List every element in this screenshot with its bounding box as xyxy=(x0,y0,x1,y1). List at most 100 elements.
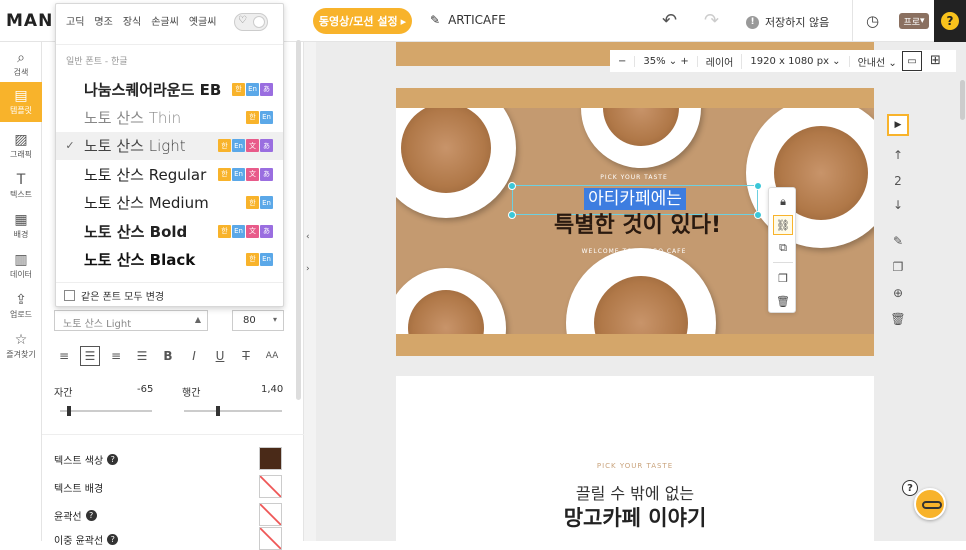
font-category-tab[interactable]: 장식 xyxy=(123,13,141,28)
rail-item[interactable]: ▦ 배경 xyxy=(0,206,42,246)
font-option[interactable]: 노토 산스 Bold 한 En 文あ xyxy=(56,217,283,245)
favorites-toggle[interactable]: ♡ xyxy=(234,13,268,31)
align-left-icon[interactable]: ≡ xyxy=(54,346,74,366)
color-swatch[interactable] xyxy=(259,503,282,526)
headline-text[interactable]: 특별한 것이 있다! xyxy=(550,212,725,240)
zoom-in-button[interactable]: + xyxy=(680,56,688,67)
letter-spacing-value[interactable]: -65 xyxy=(137,384,153,395)
color-picker-icon[interactable]: ✎ xyxy=(888,234,908,248)
font-category-tabs: 고딕 명조 장식 손글씨 옛글씨 xyxy=(66,13,216,28)
letter-spacing-slider[interactable] xyxy=(60,406,152,416)
redo-icon[interactable]: ↷ xyxy=(704,10,719,31)
app-logo[interactable]: MAN xyxy=(6,11,53,31)
font-option[interactable]: 노토 산스 Black 한 En xyxy=(56,245,283,273)
help-button[interactable]: ? xyxy=(934,0,966,42)
collapse-panel-handle[interactable]: ‹ › xyxy=(306,232,316,288)
page3-line2[interactable]: 망고카페 이야기 xyxy=(396,502,874,532)
page3-small-badge: PICK YOUR TASTE xyxy=(596,462,674,470)
document-title[interactable]: ✎ ARTICAFE xyxy=(430,13,506,27)
help-icon[interactable]: ? xyxy=(902,480,918,496)
lock-icon[interactable]: 🔒︎ xyxy=(773,192,793,212)
help-icon[interactable]: ? xyxy=(107,534,119,545)
canvas-scrollbar[interactable] xyxy=(960,80,965,120)
layer-order-icon[interactable]: ⧉ xyxy=(773,238,793,258)
link-icon[interactable]: ⛓︎ xyxy=(773,215,793,235)
pro-badge[interactable]: 프로 ▾ xyxy=(899,13,929,29)
panel-scrollbar[interactable] xyxy=(296,40,301,400)
language-badge: 한 xyxy=(218,139,231,153)
font-option[interactable]: 노토 산스 Thin 한 En xyxy=(56,103,283,131)
align-right-icon[interactable]: ≡ xyxy=(106,346,126,366)
duplicate-icon[interactable]: ❐ xyxy=(773,268,793,288)
video-motion-settings-button[interactable]: 동영상/모션 설정 ▸ xyxy=(313,8,412,34)
font-option[interactable]: 노토 산스 Regular 한 En 文あ xyxy=(56,160,283,188)
letter-spacing-slider-handle[interactable] xyxy=(67,406,72,416)
language-badges: 한 En xyxy=(246,196,273,210)
resize-handle[interactable] xyxy=(508,182,516,190)
letter-spacing-label: 자간 xyxy=(54,388,73,399)
line-height-slider[interactable] xyxy=(184,406,282,416)
font-category-tab[interactable]: 옛글씨 xyxy=(189,13,217,28)
font-category-tab[interactable]: 고딕 xyxy=(66,13,84,28)
selected-text[interactable]: 아티카페에는 xyxy=(584,188,686,210)
font-category-tab[interactable]: 손글씨 xyxy=(151,13,179,28)
font-option[interactable]: 노토 산스 Medium 한 En xyxy=(56,189,283,217)
grid-view-icon[interactable]: ⊞ xyxy=(930,53,941,68)
coffee-cup xyxy=(746,108,874,248)
help-icon[interactable]: ? xyxy=(107,454,119,465)
language-badge: あ xyxy=(260,139,273,153)
undo-icon[interactable]: ↶ xyxy=(662,10,677,31)
zoom-level[interactable]: 35% ⌄ + xyxy=(635,55,698,67)
color-swatch[interactable] xyxy=(259,447,282,470)
font-option[interactable]: ✓ 노토 산스 Light 한 En 文あ xyxy=(56,131,283,160)
rail-item[interactable]: ⇪ 업로드 xyxy=(0,286,42,326)
bold-icon[interactable]: B xyxy=(158,346,178,366)
color-swatch[interactable] xyxy=(259,475,282,498)
align-center-icon[interactable]: ☰ xyxy=(80,346,100,366)
rail-item[interactable]: ▤ 템플릿 xyxy=(0,82,42,122)
play-button[interactable]: ▶ xyxy=(887,114,909,136)
color-swatch[interactable] xyxy=(259,527,282,550)
text-case-icon[interactable]: AA xyxy=(262,346,282,366)
resize-handle[interactable] xyxy=(754,182,762,190)
single-page-view-icon[interactable]: ▭ xyxy=(902,51,922,71)
language-badge: あ xyxy=(260,167,273,181)
rail-item[interactable]: ☆ 즐겨찾기 xyxy=(0,326,42,366)
align-justify-icon[interactable]: ☰ xyxy=(132,346,152,366)
mascot-icon[interactable] xyxy=(914,488,946,520)
panel-collapse-strip xyxy=(304,42,316,541)
rail-item[interactable]: ▥ 데이터 xyxy=(0,246,42,286)
zoom-out-button[interactable]: − xyxy=(610,55,636,67)
help-icon[interactable]: ? xyxy=(85,510,97,521)
arrow-up-icon[interactable]: ↑ xyxy=(888,148,908,162)
font-dropdown: 고딕 명조 장식 손글씨 옛글씨 ♡ 일반 폰트 - 한글 나눔스퀘어라운드 EB 한 En… xyxy=(55,3,284,307)
add-page-icon[interactable]: ⊕ xyxy=(888,286,908,300)
canvas-size-select[interactable]: 1920 x 1080 px ⌄ xyxy=(742,55,850,67)
trash-icon[interactable]: 🗑︎ xyxy=(773,291,793,311)
font-size-select[interactable]: 80 ▾ xyxy=(232,310,284,331)
rail-item[interactable]: T 텍스트 xyxy=(0,166,42,206)
checkbox[interactable] xyxy=(64,290,75,301)
copy-page-icon[interactable]: ❐ xyxy=(888,260,908,274)
rail-item[interactable]: ⌕ 검색 xyxy=(0,44,42,84)
italic-icon[interactable]: I xyxy=(184,346,204,366)
underline-icon[interactable]: U xyxy=(210,346,230,366)
page3-line1[interactable]: 끌릴 수 밖에 없는 xyxy=(396,480,874,504)
delete-page-icon[interactable]: 🗑︎ xyxy=(888,312,908,326)
line-height-value[interactable]: 1,40 xyxy=(261,384,283,395)
font-category-tab[interactable]: 명조 xyxy=(94,13,112,28)
history-icon[interactable]: ◷ xyxy=(866,12,879,30)
change-all-fonts-option[interactable]: 같은 폰트 모두 변경 xyxy=(64,288,164,303)
strikethrough-icon[interactable]: T xyxy=(236,346,256,366)
pro-badge-text: 프로 xyxy=(903,17,921,28)
save-status[interactable]: ! 저장하지 않음 xyxy=(746,14,829,30)
guide-select[interactable]: 안내선 ⌄ xyxy=(850,54,905,69)
resize-handle[interactable] xyxy=(508,211,516,219)
font-family-select[interactable]: 노토 산스 Light ▲ xyxy=(54,310,208,331)
line-height-slider-handle[interactable] xyxy=(216,406,221,416)
layer-button[interactable]: 레이어 xyxy=(698,53,743,69)
rail-item[interactable]: ▨ 그래픽 xyxy=(0,126,42,166)
arrow-down-icon[interactable]: ↓ xyxy=(888,198,908,212)
font-option[interactable]: 나눔스퀘어라운드 EB 한 En あ xyxy=(56,75,283,103)
resize-handle[interactable] xyxy=(754,211,762,219)
